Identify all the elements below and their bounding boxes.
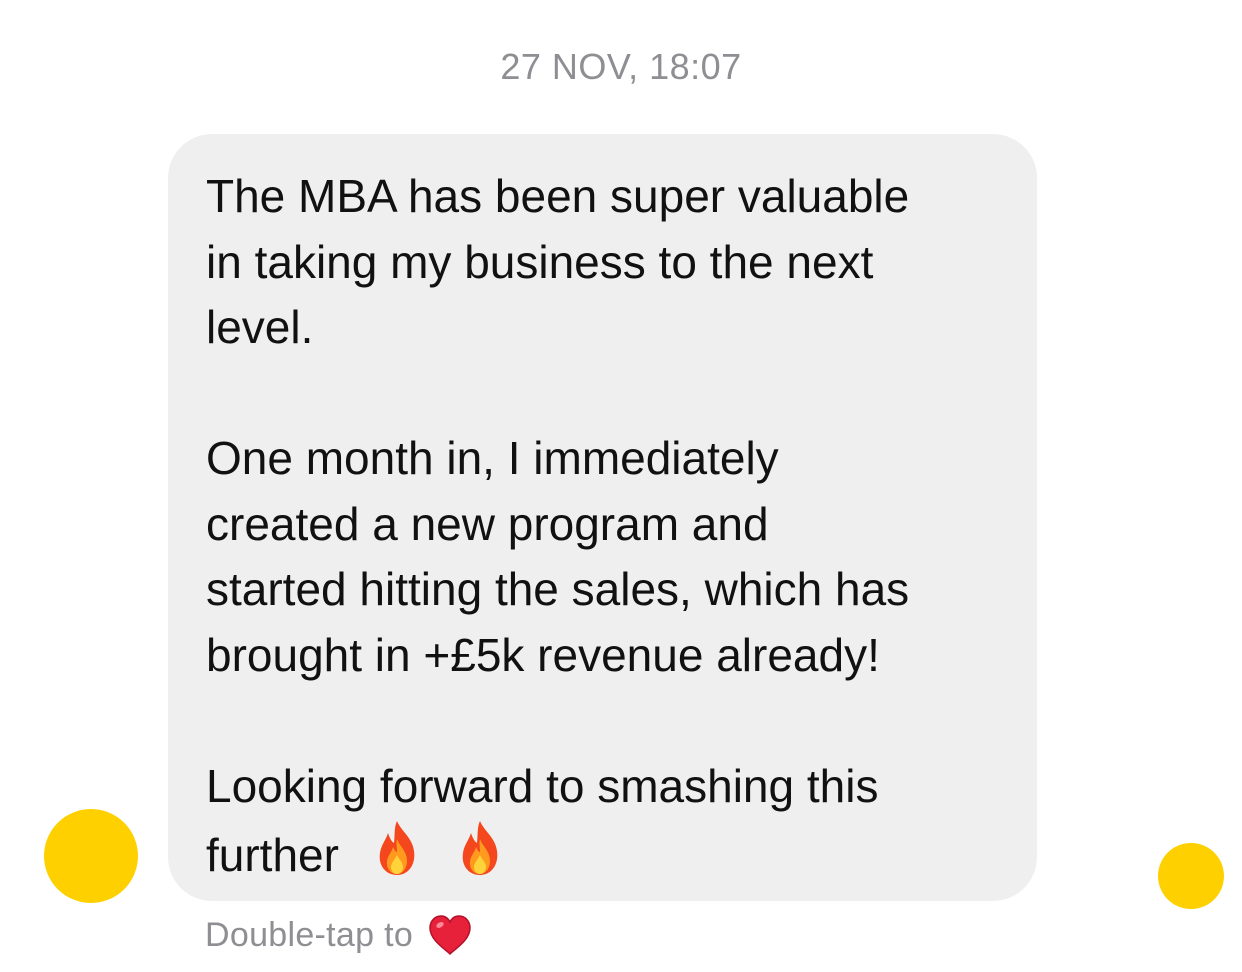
message-timestamp: 27 NOV, 18:07	[500, 46, 742, 87]
avatar[interactable]	[44, 809, 138, 903]
message-line-text: further	[206, 829, 339, 881]
fire-icon	[462, 821, 497, 875]
message-line: brought in +£5k revenue already!	[206, 628, 880, 681]
heart-icon	[429, 915, 471, 956]
seen-indicator-dot	[1158, 843, 1224, 909]
reaction-hint-text: Double-tap to	[205, 915, 414, 954]
message-line: level.	[206, 301, 314, 353]
fire-icon	[379, 821, 415, 875]
message-last-line: further	[206, 819, 1007, 885]
message-line-blank	[206, 361, 1007, 427]
message-line: Looking forward to smashing this	[206, 759, 879, 812]
message-line: One month in, I immediately	[206, 432, 779, 484]
message-bubble[interactable]: The MBA has been super valuable in takin…	[168, 134, 1037, 901]
message-line-blank	[206, 688, 1007, 754]
message-line: The MBA has been super valuable	[206, 170, 910, 222]
reaction-hint: Double-tap to	[205, 910, 473, 960]
message-line: created a new program and	[206, 497, 769, 550]
message-line: in taking my business to the next	[206, 235, 874, 288]
message-line: started hitting the sales, which has	[206, 563, 910, 615]
